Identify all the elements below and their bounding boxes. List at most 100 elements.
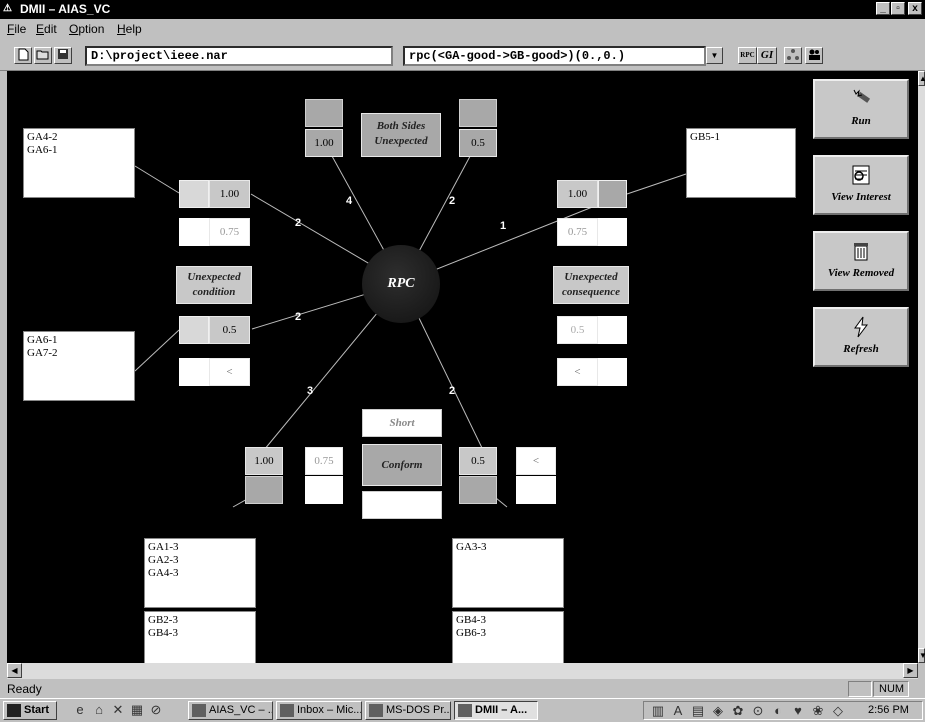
desktop-icon[interactable]: ▦ [129,702,145,718]
users-view-button[interactable] [805,47,823,64]
run-button[interactable]: Run [813,79,909,139]
edge-box-ur [626,173,687,195]
toolbar: D:\project\ieee.nar rpc(<GA-good->GB-goo… [0,38,925,71]
short-label[interactable]: Short [362,409,442,437]
task-inbox[interactable]: Inbox – Mic... [276,701,362,720]
open-file-button[interactable] [34,47,52,64]
scroll-up-arrow[interactable]: ▲ [918,71,925,86]
upper-right-bar[interactable] [598,180,627,208]
unexpected-condition-label[interactable]: Unexpected condition [176,266,252,304]
outlook-icon[interactable]: ⌂ [91,702,107,718]
lower-left-rule-box[interactable]: GA6-1 GA7-2 [23,331,135,401]
lower-right-bar-2[interactable] [598,358,627,386]
tray-icon[interactable]: A [670,703,686,719]
bottom-right-bar-2[interactable] [516,476,556,504]
bottom-left-bar-2[interactable] [305,476,343,504]
task-aias-vc[interactable]: AIAS_VC – ... [188,701,273,720]
channel-icon[interactable]: ⊘ [148,702,164,718]
rpc-center-node[interactable]: RPC [362,245,440,323]
start-button[interactable]: Start [3,701,57,720]
top-label-line1: Both Sides [376,120,426,132]
upper-right-rule-box[interactable]: GB5-1 [686,128,796,198]
launch-icon[interactable]: ✕ [110,702,126,718]
gi-mode-button[interactable]: GI [757,47,777,64]
network-icon [787,49,799,60]
scroll-down-arrow[interactable]: ▼ [918,648,925,663]
top-left-bar[interactable] [305,99,343,127]
bottom-left-bar[interactable] [245,476,283,504]
upper-left-bar-2[interactable] [179,218,209,246]
tray-icon[interactable]: ❀ [810,703,826,719]
menu-file[interactable]: File [7,22,26,36]
bottom-left-value-2[interactable]: 0.75 [305,447,343,475]
upper-right-value-2[interactable]: 0.75 [557,218,598,246]
tray-icon[interactable]: ◐ [770,703,786,719]
bottom-right-bar[interactable] [459,476,497,504]
upper-right-bar-2[interactable] [598,218,627,246]
upper-left-value[interactable]: 1.00 [209,180,250,208]
bottom-right-value[interactable]: 0.5 [459,447,497,475]
window-title: DMII – AIAS_VC [20,2,111,16]
view-removed-button[interactable]: View Removed [813,231,909,291]
tray-icon[interactable]: ♥ [790,703,806,719]
task-label: MS-DOS Pr... [386,704,451,716]
lower-left-value[interactable]: 0.5 [209,316,250,344]
lower-left-value-2[interactable]: < [209,358,250,386]
internet-explorer-icon[interactable]: e [72,702,88,718]
unexpected-consequence-label[interactable]: Unexpected consequence [553,266,629,304]
rule-item: GA4-3 [148,567,179,579]
bottom-left-rule-box-a[interactable]: GA1-3 GA2-3 GA4-3 [144,538,256,608]
open-folder-icon [36,50,49,60]
rpc-mode-button[interactable]: RPC [738,47,757,64]
lower-right-bar[interactable] [598,316,627,344]
tray-icon[interactable]: ✿ [730,703,746,719]
upper-left-rule-box[interactable]: GA4-2 GA6-1 [23,128,135,198]
menu-edit[interactable]: Edit [36,22,57,36]
network-view-button[interactable] [784,47,802,64]
new-file-button[interactable] [14,47,32,64]
lower-left-bar[interactable] [179,316,209,344]
tray-icon[interactable]: ▤ [690,703,706,719]
tray-icon[interactable]: ▥ [650,703,666,719]
rule-select[interactable]: rpc(<GA-good->GB-good>)(0.,0.) [403,46,706,66]
close-button[interactable]: x [908,2,922,15]
task-dmii[interactable]: DMII – A... [454,701,538,720]
top-right-value[interactable]: 0.5 [459,129,497,157]
tray-icon[interactable]: ◈ [710,703,726,719]
view-interest-button[interactable]: View Interest [813,155,909,215]
save-file-button[interactable] [54,47,72,64]
clock[interactable]: 2:56 PM [868,704,909,716]
scroll-left-arrow[interactable]: ◀ [7,663,22,678]
refresh-button[interactable]: Refresh [813,307,909,367]
bottom-right-rule-box-b[interactable]: GB4-3 GB6-3 [452,611,564,663]
vertical-scrollbar[interactable]: ▲ ▼ [918,71,925,663]
bottom-right-rule-box-a[interactable]: GA3-3 [452,538,564,608]
upper-left-bar[interactable] [179,180,209,208]
rule-select-dropdown-button[interactable]: ▼ [706,47,723,64]
upper-right-value[interactable]: 1.00 [557,180,598,208]
minimize-button[interactable]: _ [876,2,890,15]
menu-option[interactable]: Option [69,22,104,36]
task-ms-dos[interactable]: MS-DOS Pr... [365,701,451,720]
top-left-value[interactable]: 1.00 [305,129,343,157]
status-panel-empty [848,681,872,697]
menu-help[interactable]: Help [117,22,142,36]
bottom-left-value[interactable]: 1.00 [245,447,283,475]
lower-right-value[interactable]: 0.5 [557,316,598,344]
horizontal-scrollbar[interactable]: ◀ ▶ [7,663,918,679]
bottom-left-rule-box-b[interactable]: GB2-3 GB4-3 [144,611,256,663]
tray-icon[interactable]: ◇ [830,703,846,719]
top-right-bar[interactable] [459,99,497,127]
lower-left-bar-2[interactable] [179,358,209,386]
project-path-field[interactable]: D:\project\ieee.nar [85,46,393,66]
lower-right-value-2[interactable]: < [557,358,598,386]
bottom-right-value-2[interactable]: < [516,447,556,475]
upper-left-value-2[interactable]: 0.75 [209,218,250,246]
tray-icon[interactable]: ⊙ [750,703,766,719]
both-sides-unexpected-label[interactable]: Both Sides Unexpected [361,113,441,157]
maximize-button[interactable]: ▫ [891,2,905,15]
conform-label[interactable]: Conform [362,444,442,486]
bottom-blank-box[interactable] [362,491,442,519]
left-label-line1: Unexpected [187,271,241,283]
scroll-right-arrow[interactable]: ▶ [903,663,918,678]
